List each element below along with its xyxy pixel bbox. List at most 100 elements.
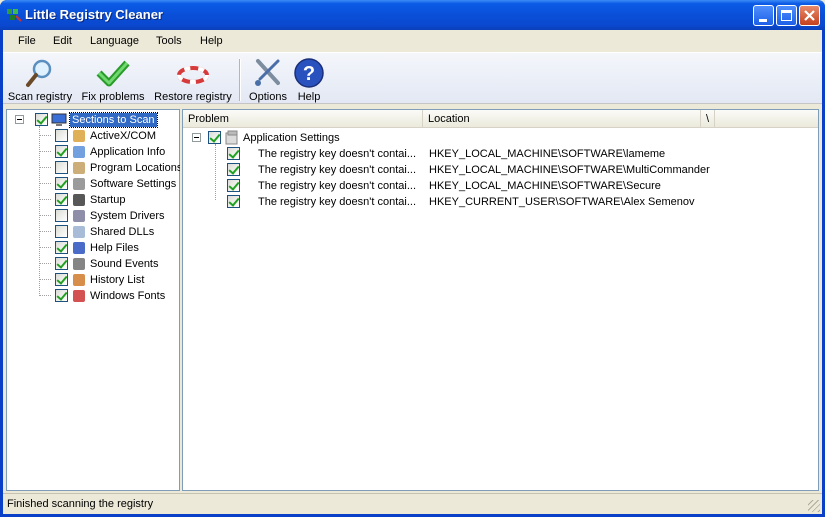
section-checkbox[interactable] [55,241,68,254]
problem-cell: The registry key doesn't contai... [258,164,417,176]
section-checkbox[interactable] [55,177,68,190]
program-locations-icon [73,162,85,174]
application-info-icon [73,146,85,158]
root-checkbox[interactable] [35,113,48,126]
results-list[interactable]: Problem Location \ Application Settings … [182,109,819,491]
maximize-button[interactable] [776,5,797,26]
section-checkbox[interactable] [55,225,68,238]
close-button[interactable] [799,5,820,26]
section-checkbox[interactable] [55,193,68,206]
table-row[interactable]: The registry key doesn't contai... HKEY_L… [183,162,813,178]
collapse-icon[interactable] [192,133,201,142]
help-files-icon [73,242,85,254]
problem-cell: The registry key doesn't contai... [258,148,417,160]
row-checkbox[interactable] [227,179,240,192]
windows-fonts-icon [73,290,85,302]
table-row[interactable]: The registry key doesn't contai... HKEY_L… [183,178,813,194]
menu-file[interactable]: File [18,35,36,47]
tree-line [39,126,40,294]
maximize-icon [781,10,792,21]
sections-tree[interactable]: Sections to Scan ActiveX/COM Application … [6,109,183,491]
computer-icon [51,113,67,126]
tree-item[interactable]: Application Info [11,144,179,160]
section-checkbox[interactable] [55,129,68,142]
svg-text:?: ? [303,63,315,85]
minimize-button[interactable] [753,5,774,26]
group-checkbox[interactable] [208,131,221,144]
title-bar[interactable]: Little Registry Cleaner [0,0,825,30]
tree-line [39,263,51,264]
tree-item[interactable]: Program Locations [11,160,183,176]
location-cell: HKEY_CURRENT_USER\SOFTWARE\Alex Semenov [429,196,695,208]
section-checkbox[interactable] [55,257,68,270]
tree-line [39,151,51,152]
section-label: History List [90,274,145,286]
help-button[interactable]: ? Help [293,57,325,103]
sound-events-icon [73,258,85,270]
tree-line [39,199,51,200]
toolbar-separator [239,59,241,101]
tree-line [215,144,216,200]
row-checkbox[interactable] [227,147,240,160]
section-label: Sound Events [90,258,159,270]
software-settings-icon [73,178,85,190]
sections-root-label: Sections to Scan [69,112,158,128]
tree-item[interactable]: Shared DLLs [11,224,179,240]
section-checkbox[interactable] [55,145,68,158]
section-label: Application Info [90,146,166,158]
group-label: Application Settings [243,132,340,144]
system-drivers-icon [73,210,85,222]
menu-language[interactable]: Language [90,35,139,47]
table-row[interactable]: The registry key doesn't contai... HKEY_C… [183,194,813,210]
menu-tools[interactable]: Tools [156,35,182,47]
tree-item[interactable]: History List [11,272,179,288]
section-checkbox[interactable] [55,161,68,174]
section-label: Program Locations [90,162,183,174]
results-header: Problem Location \ [183,110,818,128]
column-problem[interactable]: Problem [183,110,423,128]
tree-line [39,135,51,136]
section-checkbox[interactable] [55,273,68,286]
row-checkbox[interactable] [227,195,240,208]
window-title: Little Registry Cleaner [25,7,163,22]
column-location[interactable]: Location [423,110,701,128]
fix-problems-label: Fix problems [81,91,145,103]
tree-line [39,183,51,184]
tree-line [39,295,51,296]
tree-item[interactable]: System Drivers [11,208,179,224]
section-label: Shared DLLs [90,226,155,238]
collapse-icon[interactable] [15,115,24,124]
tree-item[interactable]: Help Files [11,240,179,256]
fix-problems-button[interactable]: Fix problems [80,57,146,103]
scan-registry-button[interactable]: Scan registry [7,57,73,103]
scan-registry-label: Scan registry [7,91,73,103]
options-button[interactable]: Options [246,57,290,103]
section-label: Windows Fonts [90,290,166,302]
column-extra[interactable]: \ [701,110,715,128]
tree-item[interactable]: Sound Events [11,256,179,272]
menu-help[interactable]: Help [200,35,223,47]
checkmark-icon [96,60,130,87]
minimize-icon [759,19,767,22]
table-row[interactable]: The registry key doesn't contai... HKEY_L… [183,146,813,162]
section-checkbox[interactable] [55,209,68,222]
restore-registry-button[interactable]: Restore registry [151,57,235,103]
tree-line [39,167,51,168]
section-checkbox[interactable] [55,289,68,302]
shared-dlls-icon [73,226,85,238]
options-label: Options [249,91,287,103]
menu-edit[interactable]: Edit [53,35,72,47]
menu-bar: File Edit Language Tools Help [3,30,822,52]
tree-root[interactable]: Sections to Scan [11,112,179,128]
startup-icon [73,194,85,206]
row-checkbox[interactable] [227,163,240,176]
tree-item[interactable]: Startup [11,192,179,208]
section-label: ActiveX/COM [90,130,157,142]
tree-item[interactable]: ActiveX/COM [11,128,179,144]
tree-item[interactable]: Windows Fonts [11,288,179,304]
results-group[interactable]: Application Settings [189,130,789,146]
location-cell: HKEY_LOCAL_MACHINE\SOFTWARE\Secure [429,180,661,192]
resize-grip[interactable] [808,500,820,512]
tree-item[interactable]: Software Settings [11,176,179,192]
restore-registry-label: Restore registry [154,91,232,103]
